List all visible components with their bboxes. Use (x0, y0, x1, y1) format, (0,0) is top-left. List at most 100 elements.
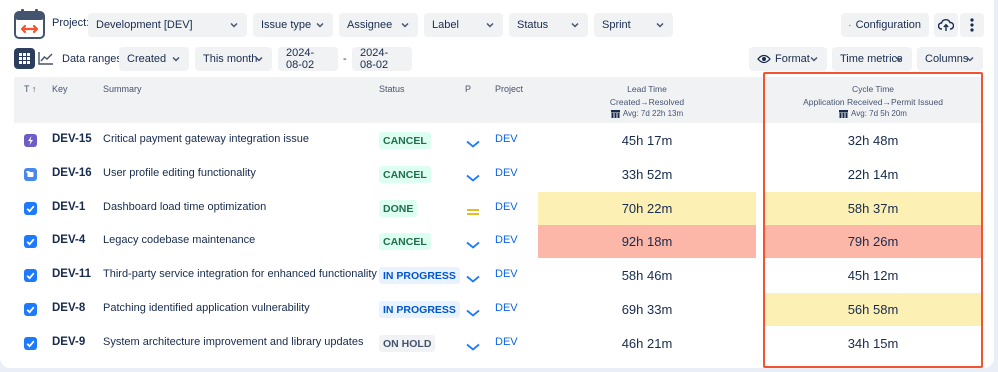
lead-time-cell: 58h 46m (621, 268, 673, 283)
col-status-header[interactable]: Status (379, 84, 405, 94)
epic-type-icon (24, 134, 37, 147)
issue-summary[interactable]: Critical payment gateway integration iss… (103, 133, 309, 145)
status-badge: IN PROGRESS (379, 267, 460, 284)
project-link[interactable]: DEV (495, 302, 518, 314)
project-link[interactable]: DEV (495, 201, 518, 213)
lead-time-cell: 69h 33m (621, 302, 673, 317)
filter-label: Sprint (602, 19, 631, 31)
more-options-button[interactable] (960, 13, 984, 37)
col-priority-header[interactable]: P (465, 84, 471, 94)
lead-time-title: Lead Time (627, 84, 667, 94)
cycle-time-cell: 58h 37m (765, 192, 981, 225)
project-select[interactable]: Development [DEV] (88, 13, 247, 37)
task-type-icon (24, 235, 37, 248)
issue-key[interactable]: DEV-4 (52, 234, 85, 246)
project-link[interactable]: DEV (495, 234, 518, 246)
cycle-time-avg: Avg: 7d 5h 20m (851, 109, 907, 118)
priority-low-icon (466, 137, 480, 151)
status-badge: ON HOLD (379, 335, 436, 352)
filter-label: Status (517, 19, 549, 31)
chevron-down-icon (230, 22, 238, 28)
project-link[interactable]: DEV (495, 336, 518, 348)
project-link[interactable]: DEV (495, 133, 518, 145)
issue-summary[interactable]: Third-party service integration for enha… (103, 268, 377, 280)
issue-key[interactable]: DEV-11 (52, 268, 91, 280)
project-link[interactable]: DEV (495, 167, 518, 179)
col-project-header[interactable]: Project (495, 84, 523, 94)
cloud-upload-button[interactable] (934, 13, 958, 37)
filter-assignee[interactable]: Assignee (339, 13, 418, 37)
columns-label: Columns (925, 53, 969, 65)
columns-button[interactable]: Columns (917, 47, 983, 71)
col-summary-header[interactable]: Summary (103, 84, 142, 94)
filter-label-select[interactable]: Label (424, 13, 503, 37)
issue-summary[interactable]: Patching identified application vulnerab… (103, 302, 310, 314)
calendar-logo-icon (14, 9, 45, 39)
status-badge: IN PROGRESS (379, 301, 460, 318)
grid-view-button[interactable] (14, 48, 35, 69)
priority-low-icon (466, 306, 480, 320)
chevron-down-icon (172, 56, 180, 62)
col-cycle-time-header[interactable]: Cycle Time Application Received→Permit I… (765, 84, 981, 118)
filter-label: Issue type (261, 19, 312, 31)
cloud-upload-icon (938, 19, 954, 31)
issue-summary[interactable]: User profile editing functionality (103, 167, 256, 179)
cycle-time-cell: 34h 15m (847, 336, 899, 351)
chevron-down-icon (966, 56, 974, 62)
col-lead-time-header[interactable]: Lead Time Created→Resolved Avg: 7d 22h 1… (538, 84, 756, 118)
issue-summary[interactable]: System architecture improvement and libr… (103, 336, 363, 348)
col-type-header[interactable]: T ↑ (24, 84, 36, 94)
configuration-label: Configuration (855, 19, 921, 31)
filter-label: Label (432, 19, 459, 31)
range-field-select[interactable]: Created (119, 47, 189, 71)
app-panel: Project: Development [DEV] Issue type As… (0, 0, 994, 368)
lead-time-cell: 92h 18m (538, 225, 756, 258)
chart-view-icon[interactable] (38, 51, 54, 65)
time-metrics-button[interactable]: Time metrics (832, 47, 912, 71)
more-vertical-icon (970, 18, 974, 32)
task-type-icon (24, 269, 37, 282)
issue-summary[interactable]: Legacy codebase maintenance (103, 234, 255, 246)
lead-time-avg: Avg: 7d 22h 13m (622, 109, 684, 118)
lead-time-subtitle: Created→Resolved (609, 97, 685, 107)
lead-time-cell: 45h 17m (621, 133, 673, 148)
lead-time-cell: 33h 52m (621, 167, 673, 182)
task-type-icon (24, 202, 37, 215)
col-key-header[interactable]: Key (52, 84, 68, 94)
eye-icon (757, 54, 771, 64)
chevron-down-icon (656, 22, 664, 28)
cycle-time-cell: 79h 26m (765, 225, 981, 258)
date-from-input[interactable]: 2024-08-02 (278, 47, 338, 71)
configuration-button[interactable]: Configuration (841, 13, 929, 37)
issue-key[interactable]: DEV-16 (52, 167, 92, 179)
range-period-select[interactable]: This month (195, 47, 272, 71)
range-period-value: This month (203, 53, 258, 65)
cycle-time-title: Cycle Time (851, 84, 895, 94)
project-link[interactable]: DEV (495, 268, 518, 280)
issue-key[interactable]: DEV-15 (52, 133, 92, 145)
filter-sprint[interactable]: Sprint (594, 13, 673, 37)
lead-time-cell: 70h 22m (538, 192, 756, 225)
lead-time-cell: 46h 21m (621, 336, 673, 351)
gear-icon (849, 24, 851, 26)
date-separator: - (343, 53, 347, 65)
filter-status[interactable]: Status (509, 13, 588, 37)
date-from-value: 2024-08-02 (286, 47, 315, 71)
issue-summary[interactable]: Dashboard load time optimization (103, 201, 266, 213)
format-button[interactable]: Format (749, 47, 827, 71)
task-type-icon (24, 337, 37, 350)
story-type-icon (24, 168, 37, 181)
chevron-down-icon (316, 22, 324, 28)
range-field-value: Created (127, 53, 167, 65)
date-to-input[interactable]: 2024-08-02 (352, 47, 412, 71)
priority-low-icon (466, 238, 480, 252)
date-to-value: 2024-08-02 (360, 47, 389, 71)
chevron-down-icon (401, 22, 409, 28)
filter-issue-type[interactable]: Issue type (253, 13, 333, 37)
issue-key[interactable]: DEV-9 (52, 336, 85, 348)
cycle-time-cell: 32h 48m (847, 133, 899, 148)
issue-key[interactable]: DEV-8 (52, 302, 85, 314)
issue-key[interactable]: DEV-1 (52, 201, 85, 213)
status-badge: DONE (379, 200, 418, 217)
priority-medium-icon (466, 205, 480, 219)
